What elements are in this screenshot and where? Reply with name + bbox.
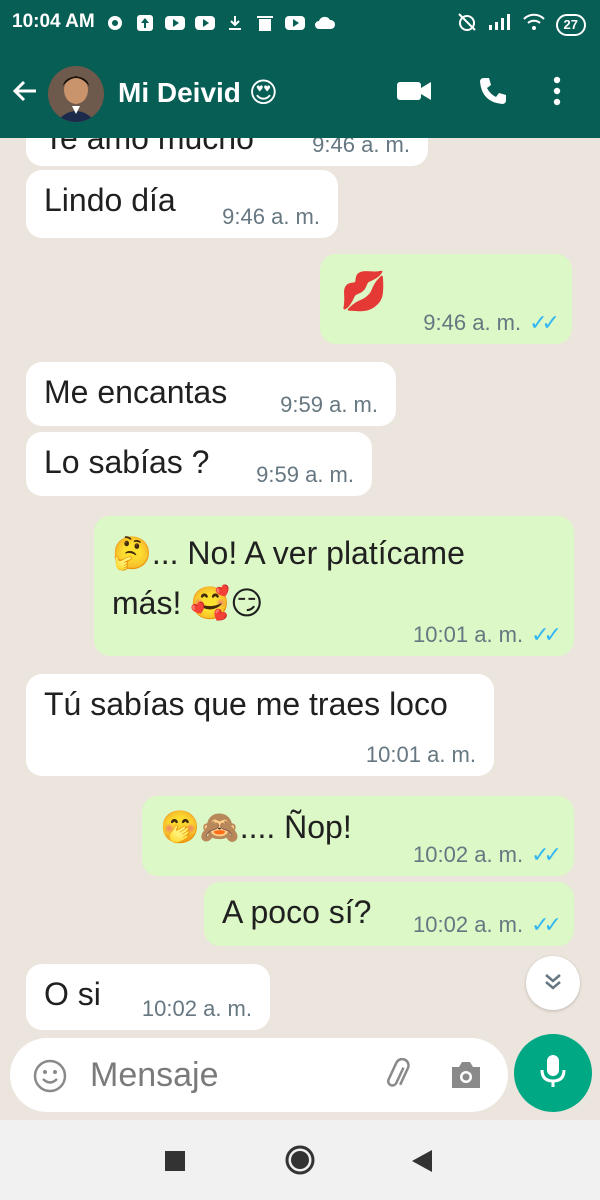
- message-time: 10:02 a. m.: [413, 912, 524, 937]
- upload-notification-icon: [134, 12, 156, 34]
- phone-icon[interactable]: [478, 76, 508, 111]
- message-time: 10:02 a. m.: [141, 996, 252, 1021]
- message-time: 10:01 a. m.: [365, 742, 476, 767]
- message-incoming[interactable]: Te amo mucho 9:46 a. m.: [26, 138, 428, 166]
- message-status: 10:02 a. m. ✓✓: [413, 912, 562, 938]
- message-text: Lo sabías ?: [44, 444, 210, 480]
- message-time: 9:59 a. m.: [280, 392, 378, 417]
- message-time: 9:46 a. m.: [222, 204, 320, 229]
- message-text: A poco sí?: [222, 894, 372, 930]
- message-time: 10:02 a. m.: [413, 842, 524, 867]
- message-composer: [10, 1038, 508, 1112]
- double-check-icon: ✓✓: [531, 622, 562, 647]
- cloud-notification-icon: [314, 12, 336, 34]
- video-call-icon[interactable]: [396, 76, 432, 111]
- message-text: Tú sabías que me traes loco: [44, 686, 448, 722]
- youtube-notification-icon: [194, 12, 216, 34]
- message-text: 🤔... No! A ver platícame: [112, 535, 465, 571]
- message-time: 10:01 a. m.: [413, 622, 524, 647]
- notification-icons: [104, 12, 336, 34]
- camera-icon[interactable]: [448, 1058, 484, 1097]
- contact-name[interactable]: Mi Deivid 😍: [118, 76, 278, 109]
- chat-notification-icon: [104, 12, 126, 34]
- chat-header: Mi Deivid 😍: [0, 48, 600, 138]
- paperclip-icon[interactable]: [380, 1057, 416, 1099]
- message-text: Me encantas: [44, 374, 228, 410]
- message-text: más! 🥰😏: [112, 585, 264, 621]
- message-text: 💋: [340, 271, 388, 313]
- message-outgoing[interactable]: 🤭🙈.... Ñop! 10:02 a. m. ✓✓: [142, 796, 574, 876]
- back-nav-icon[interactable]: [410, 1148, 434, 1179]
- wifi-icon: [522, 13, 546, 36]
- arrow-left-icon[interactable]: [10, 76, 40, 111]
- download-notification-icon: [224, 12, 246, 34]
- message-status: 10:01 a. m. ✓✓: [413, 622, 562, 648]
- alarm-off-icon: [456, 11, 478, 38]
- double-chevron-down-icon: [541, 969, 565, 998]
- message-status: 10:02 a. m. ✓✓: [413, 842, 562, 868]
- message-time: 9:46 a. m.: [423, 310, 522, 335]
- double-check-icon: ✓✓: [531, 912, 562, 937]
- double-check-icon: ✓✓: [531, 842, 562, 867]
- message-incoming[interactable]: O si 10:02 a. m.: [26, 964, 270, 1030]
- system-nav-bar: [0, 1120, 600, 1200]
- message-input[interactable]: [90, 1054, 370, 1096]
- message-text: Lindo día: [44, 182, 176, 218]
- system-icons: 27: [456, 11, 586, 38]
- message-incoming[interactable]: Me encantas 9:59 a. m.: [26, 362, 396, 426]
- message-incoming[interactable]: Lo sabías ? 9:59 a. m.: [26, 432, 372, 496]
- message-list[interactable]: Te amo mucho 9:46 a. m. Lindo día 9:46 a…: [0, 138, 600, 1038]
- more-vert-icon[interactable]: [552, 76, 562, 111]
- message-text: 🤭🙈.... Ñop!: [160, 809, 352, 845]
- voice-message-button[interactable]: [514, 1034, 592, 1112]
- message-text: O si: [44, 976, 101, 1012]
- youtube-notification-icon: [284, 12, 306, 34]
- double-check-icon: ✓✓: [529, 310, 560, 335]
- recent-apps-icon[interactable]: [164, 1150, 186, 1177]
- message-outgoing[interactable]: A poco sí? 10:02 a. m. ✓✓: [204, 882, 574, 946]
- message-outgoing[interactable]: 🤔... No! A ver platícame más! 🥰😏 10:01 a…: [94, 516, 574, 656]
- status-time: 10:04 AM: [12, 11, 95, 32]
- message-text: Te amo mucho: [44, 138, 254, 156]
- status-bar: 10:04 AM 27: [0, 0, 600, 48]
- microphone-icon: [538, 1053, 568, 1094]
- emoji-icon[interactable]: [32, 1058, 68, 1099]
- message-time: 9:46 a. m.: [312, 138, 410, 157]
- message-status: 9:46 a. m. ✓✓: [423, 310, 560, 336]
- battery-indicator: 27: [555, 13, 586, 36]
- avatar[interactable]: [48, 66, 104, 122]
- message-time: 9:59 a. m.: [256, 462, 354, 487]
- trash-notification-icon: [254, 12, 276, 34]
- message-incoming[interactable]: Lindo día 9:46 a. m.: [26, 170, 338, 238]
- message-outgoing[interactable]: 💋 9:46 a. m. ✓✓: [320, 254, 572, 344]
- youtube-notification-icon: [164, 12, 186, 34]
- message-incoming[interactable]: Tú sabías que me traes loco 10:01 a. m.: [26, 674, 494, 776]
- signal-icon: [488, 13, 512, 36]
- scroll-to-bottom-button[interactable]: [526, 956, 580, 1010]
- home-icon[interactable]: [284, 1144, 316, 1181]
